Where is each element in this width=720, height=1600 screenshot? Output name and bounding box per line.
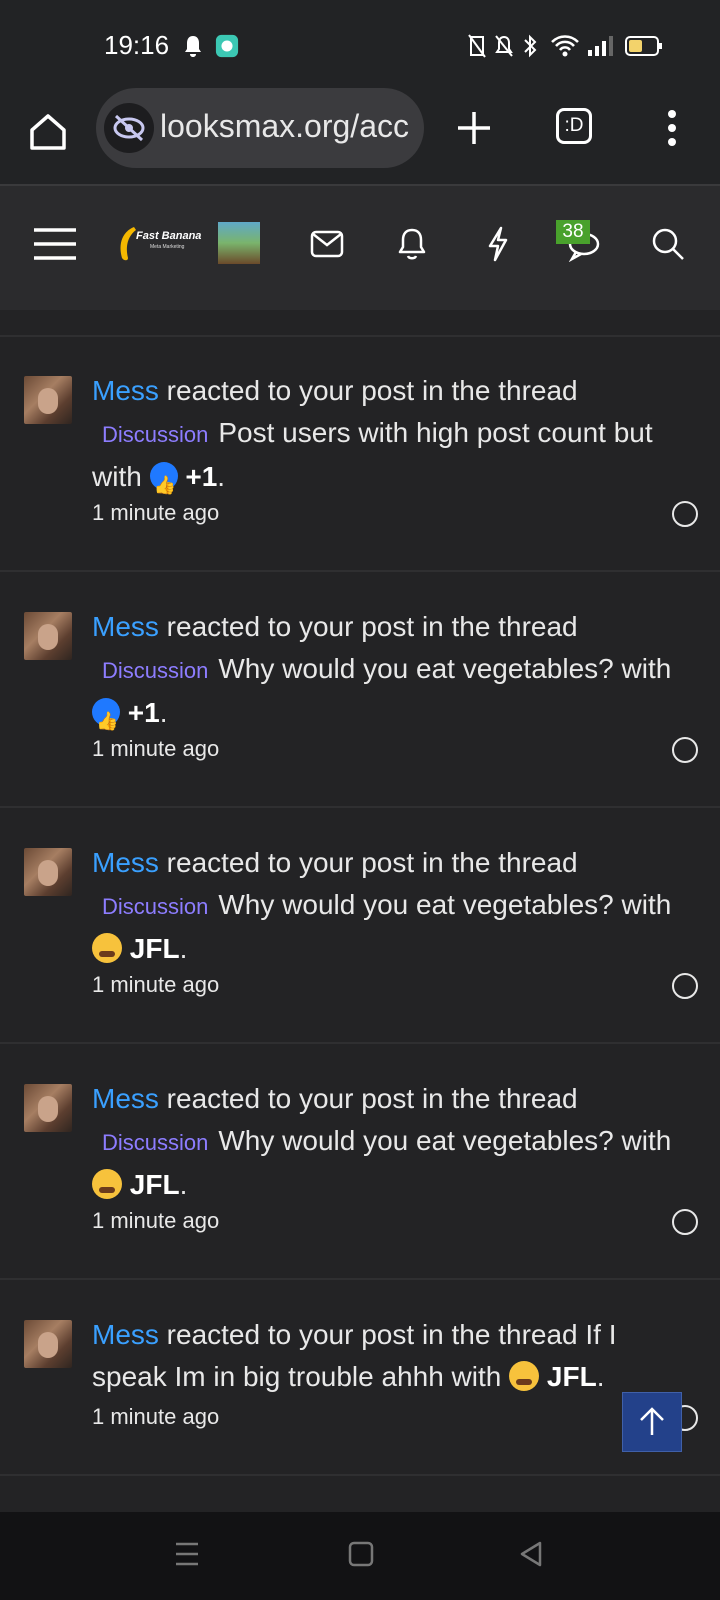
notification-item[interactable]: Mess reacted to your post in the thread … [0, 808, 720, 1042]
mail-envelope-icon[interactable] [310, 230, 344, 258]
status-bar: 19:16 [0, 0, 720, 90]
status-time: 19:16 [104, 30, 170, 60]
reaction-label: +1 [185, 461, 218, 492]
avatar[interactable] [24, 848, 72, 896]
timestamp: 1 minute ago [92, 1404, 220, 1429]
home-icon[interactable] [26, 110, 70, 154]
avatar[interactable] [24, 612, 72, 660]
tab-switcher-button[interactable]: :D [556, 108, 592, 144]
thread-prefix: Discussion [102, 658, 209, 683]
lightning-bolt-icon[interactable] [486, 226, 510, 262]
like-reaction-icon [92, 698, 120, 742]
notification-item[interactable]: Mess reacted to your post in the thread … [0, 572, 720, 806]
conversations-badge: 38 [556, 220, 590, 244]
timestamp: 1 minute ago [92, 500, 220, 525]
notification-text: Mess reacted to your post in the thread … [92, 606, 682, 742]
avatar[interactable] [24, 376, 72, 424]
notification-text: Mess reacted to your post in the thread … [92, 370, 682, 506]
reaction-label: JFL [546, 1361, 597, 1392]
thread-prefix: Discussion [102, 894, 209, 919]
notification-text: Mess reacted to your post in the thread … [92, 1319, 617, 1392]
username-link[interactable]: Mess [92, 1319, 159, 1350]
username-link[interactable]: Mess [92, 1083, 159, 1114]
recents-menu-icon[interactable] [174, 1540, 200, 1568]
home-square-icon[interactable] [348, 1540, 374, 1568]
reaction-label: JFL [129, 1169, 180, 1200]
hamburger-menu-icon[interactable] [32, 226, 78, 262]
arrow-up-icon [640, 1407, 664, 1435]
mark-read-toggle[interactable] [672, 501, 698, 527]
mark-read-toggle[interactable] [672, 1209, 698, 1235]
wifi-icon [551, 35, 579, 57]
crying-laughing-reaction-icon [92, 933, 122, 963]
thread-title[interactable]: Why would you eat vegetables? [218, 889, 613, 920]
notification-bell-icon [185, 36, 201, 57]
back-triangle-icon[interactable] [518, 1540, 544, 1568]
like-reaction-icon [149, 462, 178, 506]
username-link[interactable]: Mess [92, 847, 159, 878]
scroll-to-top-button[interactable] [622, 1392, 682, 1452]
timestamp: 1 minute ago [92, 1208, 220, 1233]
site-header: Fast Banana Meta Marketing 38 [0, 186, 720, 310]
notification-text: Mess reacted to your post in the thread … [92, 847, 672, 964]
thread-prefix: Discussion [102, 1130, 209, 1155]
bluetooth-icon [524, 34, 537, 58]
logo-text: Fast Banana [136, 230, 202, 242]
url-text[interactable]: looksmax.org/acc [160, 108, 410, 145]
battery-icon [625, 36, 662, 56]
timestamp: 1 minute ago [92, 972, 220, 997]
mark-read-toggle[interactable] [672, 973, 698, 999]
reaction-label: JFL [129, 933, 180, 964]
username-link[interactable]: Mess [92, 375, 159, 406]
nfc-off-icon [468, 34, 486, 58]
notification-item[interactable]: Mess reacted to your post in the thread … [0, 1280, 720, 1474]
notification-item[interactable]: Mess reacted to your post in the thread … [0, 1044, 720, 1278]
alerts-bell-icon[interactable] [396, 226, 428, 262]
notification-item[interactable]: Mess reacted to your post in the thread … [0, 336, 720, 570]
thread-title[interactable]: Why would you eat vegetables? [218, 1125, 613, 1156]
kebab-menu-icon[interactable] [662, 108, 682, 148]
timestamp: 1 minute ago [92, 736, 220, 761]
banner-image[interactable] [218, 222, 260, 264]
incognito-eye-icon [104, 103, 154, 153]
divider [0, 1474, 720, 1476]
app-icon [215, 34, 239, 58]
system-navigation-bar [0, 1512, 720, 1600]
thread-prefix: Discussion [102, 422, 209, 447]
thread-title[interactable]: Post users with high post count but [218, 417, 652, 448]
avatar[interactable] [24, 1084, 72, 1132]
reaction-label: +1 [127, 697, 160, 728]
crying-laughing-reaction-icon [92, 1169, 122, 1199]
username-link[interactable]: Mess [92, 611, 159, 642]
logo-subtext: Meta Marketing [150, 244, 185, 250]
mark-read-toggle[interactable] [672, 737, 698, 763]
crying-laughing-reaction-icon [509, 1361, 540, 1391]
fast-banana-logo[interactable]: Fast Banana Meta Marketing [114, 224, 202, 264]
signal-icon [588, 36, 613, 56]
thread-title[interactable]: Why would you eat vegetables? [218, 653, 613, 684]
avatar[interactable] [24, 1320, 72, 1368]
new-tab-plus-icon[interactable] [454, 108, 494, 148]
mute-icon [495, 35, 513, 57]
search-icon[interactable] [650, 226, 686, 262]
notification-text: Mess reacted to your post in the thread … [92, 1083, 672, 1200]
